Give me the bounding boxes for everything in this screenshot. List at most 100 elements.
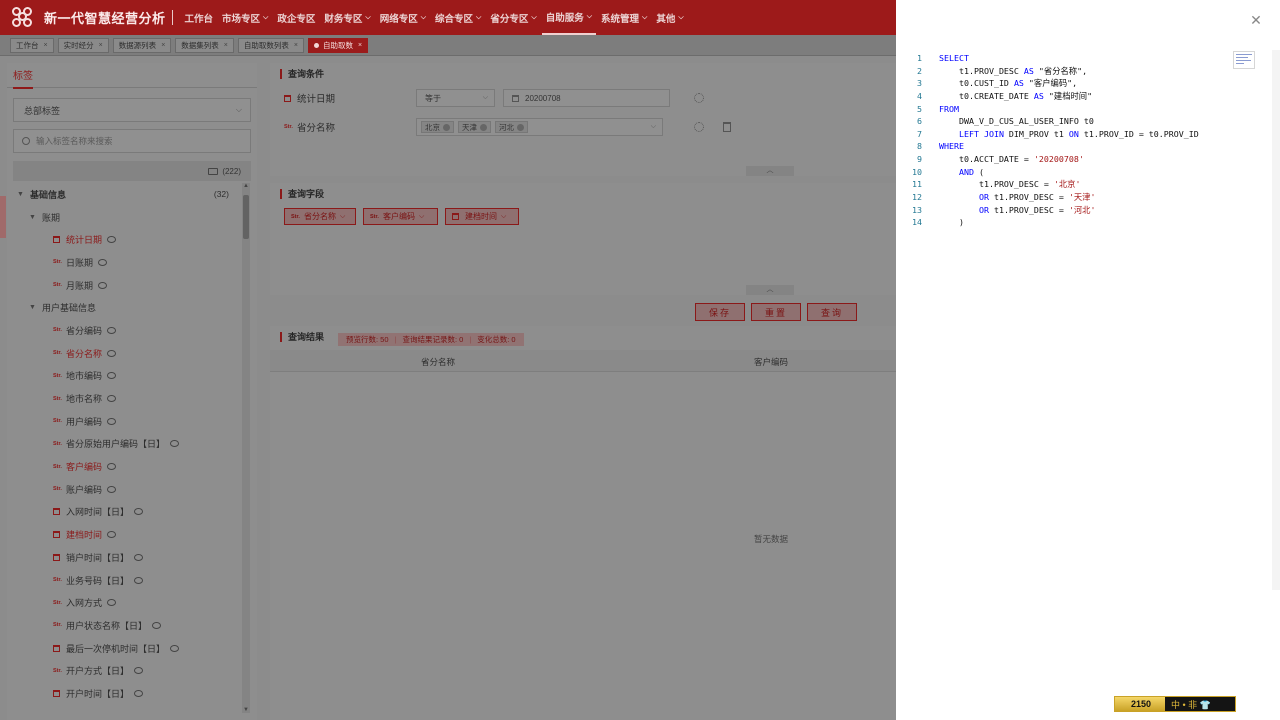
caret-down-icon[interactable]: ▼: [29, 214, 36, 221]
close-icon[interactable]: ✕: [1249, 13, 1263, 27]
reset-button[interactable]: 重置: [751, 303, 801, 321]
folder-icon[interactable]: [208, 167, 219, 175]
nav-item[interactable]: 政企专区: [273, 0, 319, 35]
query-button[interactable]: 查询: [807, 303, 857, 321]
comment-icon[interactable]: [107, 599, 117, 607]
remove-chip-icon[interactable]: [480, 123, 487, 131]
tag-tree-scrollbar[interactable]: ▲ ▼: [242, 183, 250, 713]
code-minimap[interactable]: [1233, 51, 1255, 69]
tab-item[interactable]: 工作台 ×: [10, 37, 54, 53]
tab-active[interactable]: 自助取数 ×: [307, 37, 369, 53]
close-icon[interactable]: ×: [358, 42, 362, 49]
comment-icon[interactable]: [98, 258, 108, 266]
tag-item[interactable]: Str. 账户编码: [13, 478, 241, 501]
tag-item[interactable]: 最后一次停机时间【日】: [13, 637, 241, 660]
close-icon[interactable]: ×: [294, 42, 298, 49]
tag-item[interactable]: Str. 入网方式: [13, 591, 241, 614]
tag-item[interactable]: Str. 用户状态名称【日】: [13, 614, 241, 637]
comment-icon[interactable]: [107, 531, 117, 539]
column-header[interactable]: 客户编码: [754, 356, 788, 368]
query-field-button[interactable]: Str. 省分名称 ⌵: [284, 208, 356, 225]
comment-icon[interactable]: [107, 463, 117, 471]
column-header[interactable]: 省分名称: [421, 356, 455, 368]
tab-item[interactable]: 实时经分 ×: [57, 37, 109, 53]
tag-item[interactable]: Str. 客户编码: [13, 455, 241, 478]
tag-item[interactable]: Str. 省分名称: [13, 342, 241, 365]
province-chip[interactable]: 北京: [421, 121, 454, 133]
comment-icon[interactable]: [134, 508, 144, 516]
tag-item[interactable]: 统计日期: [13, 228, 241, 251]
caret-down-icon[interactable]: ▼: [17, 191, 24, 198]
floating-status-widget[interactable]: 2150 中 • 非 👕: [1114, 696, 1236, 712]
nav-item[interactable]: 网络专区 ⌵: [376, 0, 430, 35]
scroll-up-icon[interactable]: ▲: [242, 183, 250, 189]
tag-item[interactable]: 建档时间: [13, 523, 241, 546]
tab-item[interactable]: 数据集列表 ×: [175, 37, 234, 53]
collapse-fields-button[interactable]: ︿: [746, 285, 794, 295]
nav-item[interactable]: 其他 ⌵: [652, 0, 687, 35]
nav-item[interactable]: 市场专区 ⌵: [218, 0, 272, 35]
comment-icon[interactable]: [107, 326, 117, 334]
close-icon[interactable]: ×: [44, 42, 48, 49]
tree-subgroup[interactable]: ▼ 账期: [13, 206, 241, 229]
remove-chip-icon[interactable]: [443, 123, 450, 131]
tab-item[interactable]: 自助取数列表 ×: [237, 37, 304, 53]
tree-subgroup[interactable]: ▼ 用户基础信息: [13, 296, 241, 319]
province-multiselect[interactable]: 北京 天津 河北 ⌵: [416, 118, 663, 136]
panel-toggle-handle[interactable]: [0, 196, 6, 238]
tag-item[interactable]: Str. 地市编码: [13, 365, 241, 388]
tag-item[interactable]: Str. 地市名称: [13, 387, 241, 410]
nav-item[interactable]: 财务专区 ⌵: [320, 0, 374, 35]
tree-group[interactable]: ▼ 基础信息 (32): [13, 183, 241, 206]
comment-icon[interactable]: [107, 372, 117, 380]
comment-icon[interactable]: [170, 644, 180, 652]
nav-item[interactable]: 省分专区 ⌵: [486, 0, 540, 35]
scroll-down-icon[interactable]: ▼: [242, 707, 250, 713]
query-field-button[interactable]: Str. 客户编码 ⌵: [363, 208, 438, 225]
drawer-scrollbar[interactable]: [1272, 50, 1280, 590]
remove-chip-icon[interactable]: [517, 123, 524, 131]
tag-item[interactable]: 入网时间【日】: [13, 501, 241, 524]
close-icon[interactable]: ×: [99, 42, 103, 49]
trash-icon[interactable]: [723, 122, 731, 132]
tag-panel-title[interactable]: 标签: [13, 67, 33, 89]
comment-icon[interactable]: [107, 395, 117, 403]
tab-item[interactable]: 数据源列表 ×: [112, 37, 172, 53]
comment-icon[interactable]: [134, 553, 144, 561]
tag-item[interactable]: Str. 日账期: [13, 251, 241, 274]
comment-icon[interactable]: [107, 417, 117, 425]
nav-item[interactable]: 工作台: [181, 0, 218, 35]
province-chip[interactable]: 河北: [495, 121, 528, 133]
comment-icon[interactable]: [134, 667, 144, 675]
tag-item[interactable]: 开户时间【日】: [13, 682, 241, 705]
close-icon[interactable]: ×: [224, 42, 228, 49]
gear-icon[interactable]: [694, 122, 704, 132]
tag-item[interactable]: Str. 省分原始用户编码【日】: [13, 433, 241, 456]
operator-select[interactable]: 等于 ⌵: [416, 89, 495, 107]
nav-item[interactable]: 综合专区 ⌵: [431, 0, 485, 35]
comment-icon[interactable]: [107, 349, 117, 357]
comment-icon[interactable]: [134, 689, 144, 697]
close-icon[interactable]: ×: [161, 42, 165, 49]
tag-item[interactable]: Str. 用户编码: [13, 410, 241, 433]
nav-item[interactable]: 自助服务 ⌵: [541, 0, 597, 35]
caret-down-icon[interactable]: ▼: [29, 304, 36, 311]
tag-category-select[interactable]: 总部标签 ⌵: [13, 98, 251, 122]
comment-icon[interactable]: [107, 485, 117, 493]
query-field-button[interactable]: 建档时间 ⌵: [445, 208, 519, 225]
gear-icon[interactable]: [694, 93, 704, 103]
comment-icon[interactable]: [152, 621, 162, 629]
comment-icon[interactable]: [170, 440, 180, 448]
nav-item[interactable]: 系统管理 ⌵: [597, 0, 651, 35]
tag-search-input[interactable]: 输入标签名称来搜索: [13, 129, 251, 153]
comment-icon[interactable]: [98, 281, 108, 289]
comment-icon[interactable]: [107, 236, 117, 244]
comment-icon[interactable]: [134, 576, 144, 584]
tag-item[interactable]: Str. 业务号码【日】: [13, 569, 241, 592]
tag-item[interactable]: Str. 月账期: [13, 274, 241, 297]
sql-code-editor[interactable]: 1 SELECT 2 t1.PROV_DESC AS "省分名称", 3 t0.CUS…: [906, 52, 1199, 229]
tag-item[interactable]: 销户时间【日】: [13, 546, 241, 569]
scrollbar-thumb[interactable]: [243, 195, 249, 239]
date-picker-input[interactable]: 20200708: [503, 89, 670, 107]
tag-item[interactable]: Str. 省分编码: [13, 319, 241, 342]
